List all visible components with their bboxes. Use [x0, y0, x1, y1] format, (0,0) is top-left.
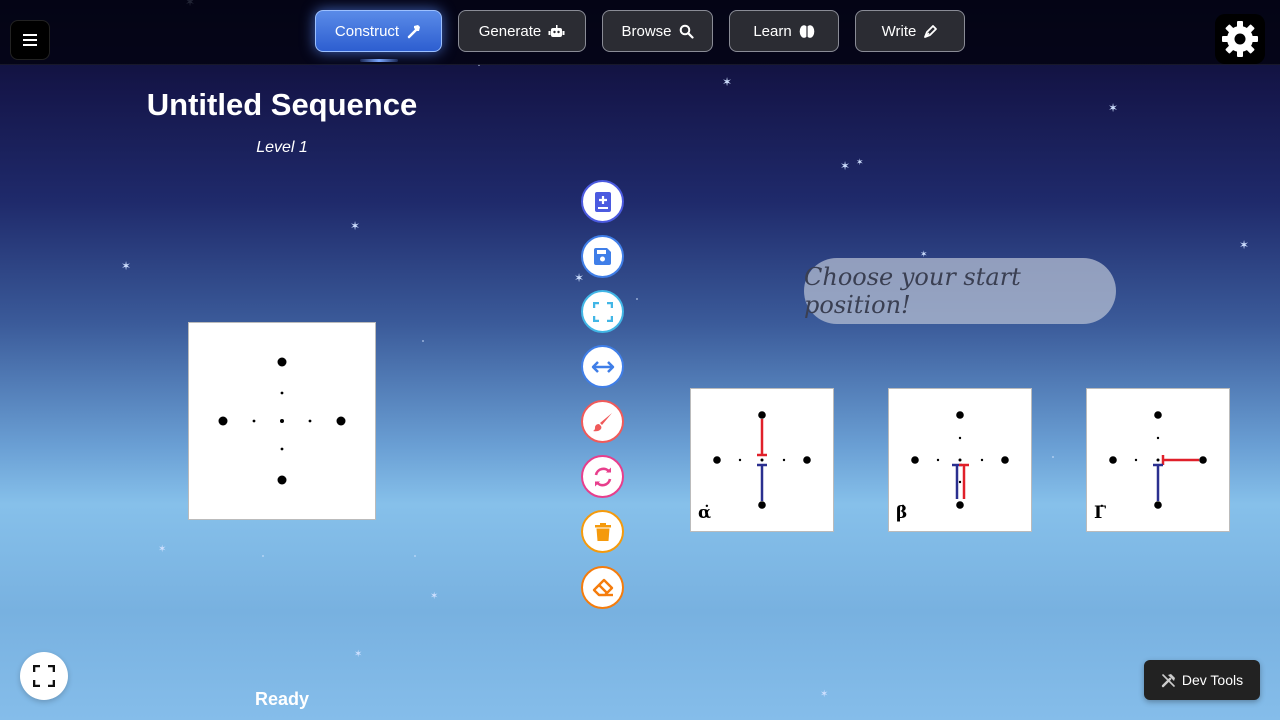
tab-learn[interactable]: Learn	[729, 10, 839, 52]
hamburger-icon	[23, 34, 37, 46]
start-position-card[interactable]	[188, 322, 376, 520]
option-label: Γ̇	[1094, 503, 1107, 523]
paintbrush-icon	[592, 412, 612, 431]
delete-button[interactable]	[581, 510, 624, 553]
gear-icon	[1222, 21, 1258, 57]
sequence-title[interactable]: Untitled Sequence	[100, 87, 464, 123]
start-position-prompt: Choose your start position!	[804, 258, 1116, 324]
top-navigation-bar: Construct Generate Browse Learn Write	[0, 0, 1280, 65]
beta-pictograph	[911, 411, 1009, 509]
fullscreen-icon	[33, 665, 55, 687]
hamburger-menu-button[interactable]	[10, 20, 50, 60]
dev-tools-label: Dev Tools	[1181, 672, 1244, 688]
alpha-pictograph	[713, 411, 811, 509]
sync-icon	[594, 467, 611, 486]
status-text: Ready	[254, 689, 310, 709]
option-label: β̇	[896, 503, 908, 523]
tools-icon	[1161, 673, 1175, 687]
eraser-icon	[592, 578, 613, 596]
start-option-alpha[interactable]: α̇	[690, 388, 834, 532]
tab-label: Generate	[478, 22, 542, 40]
active-tab-indicator	[360, 59, 398, 62]
robot-icon	[548, 24, 565, 37]
mirror-button[interactable]	[581, 345, 624, 388]
start-option-gamma[interactable]: Γ̇	[1086, 388, 1230, 532]
search-icon	[679, 24, 694, 39]
tab-label: Write	[881, 22, 917, 40]
settings-button[interactable]	[1215, 14, 1265, 64]
clear-button[interactable]	[581, 566, 624, 609]
sequence-level: Level 1	[256, 139, 308, 156]
tab-construct[interactable]: Construct	[315, 10, 442, 52]
tab-label: Learn	[753, 22, 792, 40]
hammer-icon	[407, 25, 421, 39]
tab-generate[interactable]: Generate	[458, 10, 586, 52]
dev-tools-button[interactable]: Dev Tools	[1144, 660, 1260, 700]
tab-label: Browse	[621, 22, 672, 40]
save-icon	[594, 248, 611, 265]
option-label: α̇	[698, 503, 712, 523]
add-to-dictionary-button[interactable]	[581, 180, 624, 223]
tab-label: Construct	[334, 22, 400, 40]
tab-browse[interactable]: Browse	[602, 10, 713, 52]
pen-icon	[924, 24, 938, 38]
tab-write[interactable]: Write	[855, 10, 965, 52]
start-option-beta[interactable]: β̇	[888, 388, 1032, 532]
grid-diagram	[218, 357, 346, 485]
color-swap-button[interactable]	[581, 400, 624, 443]
full-screen-view-button[interactable]	[581, 290, 624, 333]
fullscreen-button[interactable]	[20, 652, 68, 700]
save-button[interactable]	[581, 235, 624, 278]
rotate-button[interactable]	[581, 455, 624, 498]
gamma-pictograph	[1109, 411, 1207, 509]
arrows-horizontal-icon	[591, 360, 614, 373]
book-plus-icon	[594, 191, 611, 212]
brain-icon	[799, 24, 814, 38]
expand-icon	[592, 301, 613, 322]
trash-icon	[594, 522, 611, 541]
